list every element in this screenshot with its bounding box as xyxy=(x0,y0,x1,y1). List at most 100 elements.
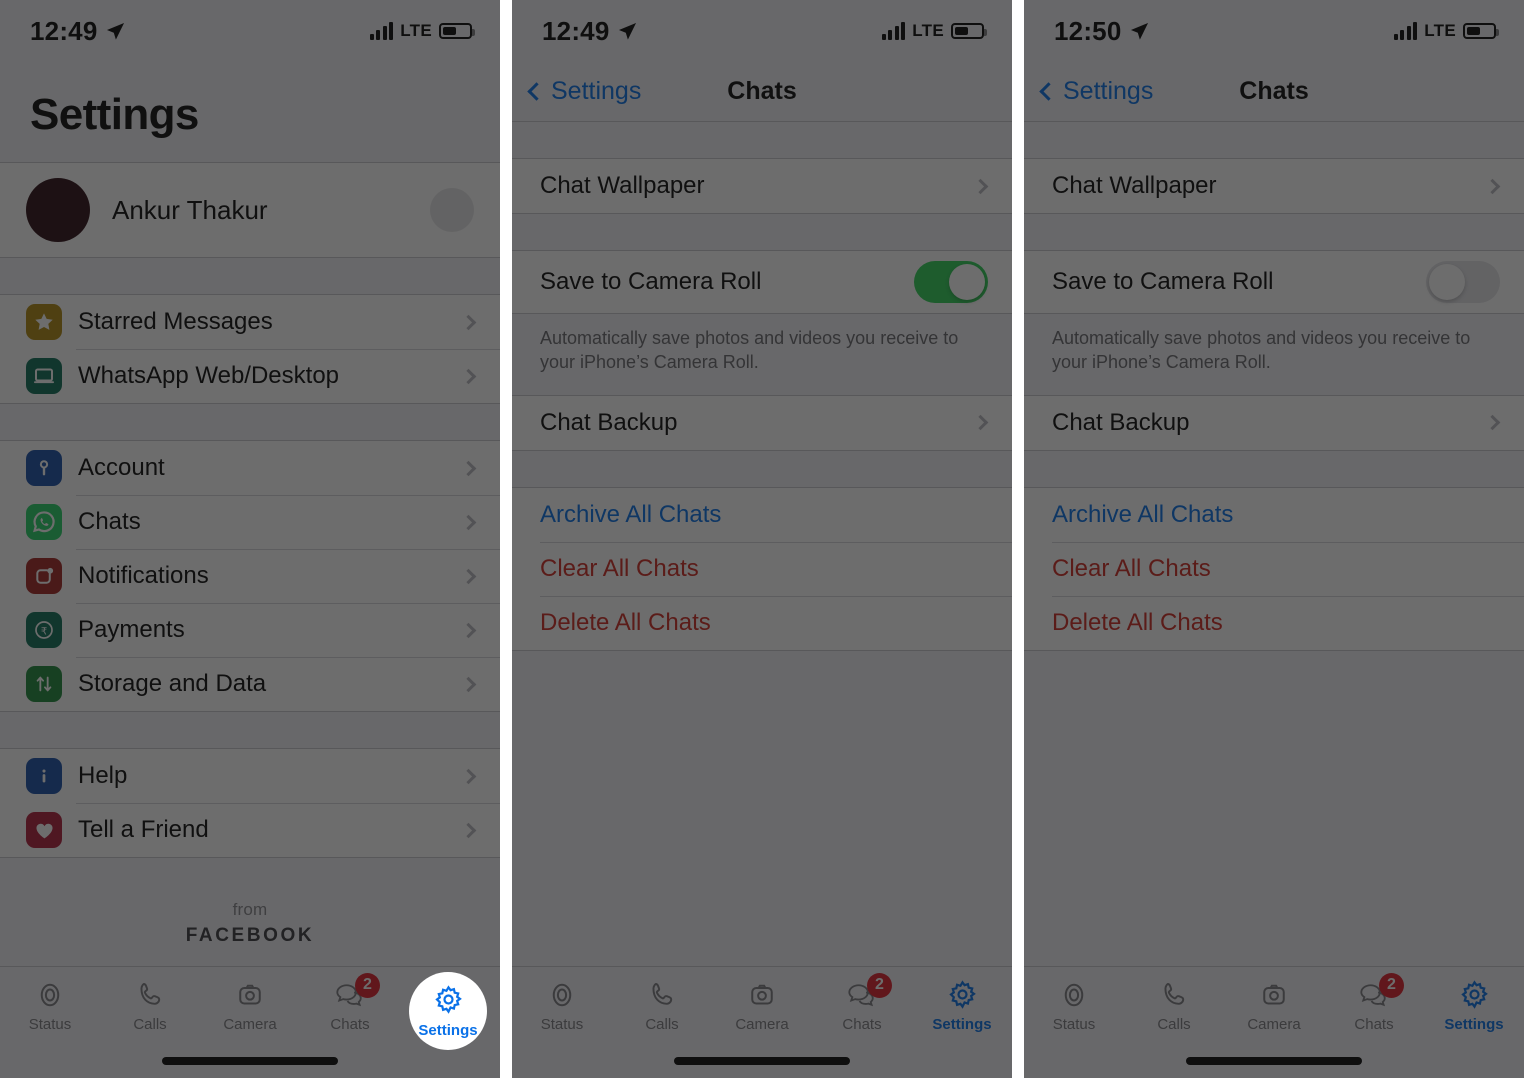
nav-bar: Settings Chats xyxy=(512,62,1012,122)
nav-bar: Settings Chats xyxy=(1024,62,1524,122)
status-time: 12:49 xyxy=(30,15,98,46)
star-icon xyxy=(26,304,62,340)
sidebar-item-account[interactable]: Account xyxy=(0,441,500,495)
battery-icon xyxy=(951,23,987,39)
sidebar-item-label: Payments xyxy=(78,616,185,643)
sidebar-item-tell-a-friend[interactable]: Tell a Friend xyxy=(0,803,500,857)
tab-status[interactable]: Status xyxy=(0,967,100,1043)
sidebar-item-chats[interactable]: Chats xyxy=(0,495,500,549)
row-label: Save to Camera Roll xyxy=(1052,268,1274,295)
tab-chats[interactable]: 2 Chats xyxy=(300,967,400,1043)
group-spacer xyxy=(512,450,1012,487)
tab-status[interactable]: Status xyxy=(512,967,612,1043)
row-chat-wallpaper[interactable]: Chat Wallpaper xyxy=(1024,159,1524,213)
tab-status[interactable]: Status xyxy=(1024,967,1124,1043)
chevron-right-icon xyxy=(460,822,477,838)
row-clear-all-chats[interactable]: Clear All Chats xyxy=(512,541,1012,596)
sidebar-item-storage-and-data[interactable]: Storage and Data xyxy=(0,657,500,711)
gear-icon xyxy=(947,978,978,1012)
tab-chats[interactable]: 2 Chats xyxy=(812,967,912,1043)
chats-content: Chat Wallpaper Save to Camera Roll Autom… xyxy=(1024,122,1524,651)
tab-label: Calls xyxy=(1157,1015,1191,1033)
destructive-actions-group: Archive All Chats Clear All Chats Delete… xyxy=(1024,486,1524,651)
camera-roll-group: Save to Camera Roll xyxy=(512,250,1012,314)
panel-gap-2 xyxy=(1012,0,1024,1078)
sidebar-item-label: Chats xyxy=(78,508,141,535)
row-save-to-camera-roll[interactable]: Save to Camera Roll xyxy=(512,251,1012,313)
row-save-to-camera-roll[interactable]: Save to Camera Roll xyxy=(1024,251,1524,313)
facebook-branding: from FACEBOOK xyxy=(0,858,500,947)
tab-camera[interactable]: Camera xyxy=(712,967,812,1043)
chevron-right-icon xyxy=(1484,178,1501,194)
network-type-label: LTE xyxy=(400,21,432,40)
sidebar-item-whatsapp-web[interactable]: WhatsApp Web/Desktop xyxy=(0,349,500,403)
chevron-right-icon xyxy=(460,622,477,638)
chevron-right-icon xyxy=(460,568,477,584)
heart-icon xyxy=(26,812,62,848)
phone-icon xyxy=(136,978,165,1012)
status-bar-left: 12:49 xyxy=(542,16,637,47)
chat-bubbles-icon: 2 xyxy=(333,972,380,1012)
row-chat-wallpaper[interactable]: Chat Wallpaper xyxy=(512,159,1012,213)
status-bar-right: LTE xyxy=(1393,21,1499,41)
sidebar-item-payments[interactable]: ₹ Payments xyxy=(0,603,500,657)
tab-label: Calls xyxy=(133,1015,167,1033)
sidebar-item-label: WhatsApp Web/Desktop xyxy=(78,362,340,389)
tab-calls[interactable]: Calls xyxy=(612,967,712,1043)
camera-roll-group: Save to Camera Roll xyxy=(1024,250,1524,314)
toggle-knob xyxy=(1429,264,1465,300)
status-ring-icon xyxy=(1059,978,1089,1012)
signal-bars-icon xyxy=(881,22,906,40)
status-bar: 12:49 LTE xyxy=(0,0,500,62)
row-chat-backup[interactable]: Chat Backup xyxy=(1024,395,1524,450)
avatar[interactable] xyxy=(26,178,90,242)
row-delete-all-chats[interactable]: Delete All Chats xyxy=(1024,595,1524,650)
chevron-right-icon xyxy=(972,178,989,194)
save-to-camera-roll-toggle[interactable] xyxy=(914,261,988,303)
save-to-camera-roll-toggle[interactable] xyxy=(1426,261,1500,303)
chats-badge: 2 xyxy=(355,972,380,998)
laptop-icon xyxy=(26,358,62,394)
tab-settings[interactable]: Settings xyxy=(1424,967,1524,1043)
settings-tab-spotlight[interactable]: Settings xyxy=(409,972,487,1050)
tab-label: Chats xyxy=(1354,1015,1394,1033)
row-label: Chat Backup xyxy=(540,408,678,436)
sidebar-item-help[interactable]: Help xyxy=(0,749,500,803)
back-button[interactable]: Settings xyxy=(527,77,641,106)
sidebar-item-starred-messages[interactable]: Starred Messages xyxy=(0,295,500,349)
row-delete-all-chats[interactable]: Delete All Chats xyxy=(512,595,1012,650)
profile-row[interactable]: Ankur Thakur xyxy=(0,162,500,258)
row-clear-all-chats[interactable]: Clear All Chats xyxy=(1024,541,1524,596)
status-bar: 12:50 LTE xyxy=(1024,0,1524,62)
arrows-updown-icon xyxy=(26,666,62,702)
row-label: Chat Wallpaper xyxy=(1052,172,1217,199)
chevron-left-icon xyxy=(527,82,546,101)
bell-badge-icon xyxy=(26,558,62,594)
row-label: Archive All Chats xyxy=(1052,500,1234,528)
tab-camera[interactable]: Camera xyxy=(1224,967,1324,1043)
row-chat-backup[interactable]: Chat Backup xyxy=(512,395,1012,450)
status-bar-right: LTE xyxy=(369,21,475,41)
qr-code-icon[interactable] xyxy=(430,188,474,232)
location-arrow-icon xyxy=(106,22,124,40)
back-button[interactable]: Settings xyxy=(1039,77,1153,106)
wallpaper-group: Chat Wallpaper xyxy=(512,158,1012,214)
backup-group: Chat Backup xyxy=(1024,394,1524,451)
camera-icon xyxy=(235,978,265,1012)
panel-gap-1 xyxy=(500,0,512,1078)
tab-calls[interactable]: Calls xyxy=(100,967,200,1043)
tab-calls[interactable]: Calls xyxy=(1124,967,1224,1043)
chevron-right-icon xyxy=(1484,414,1501,431)
row-archive-all-chats[interactable]: Archive All Chats xyxy=(1024,487,1524,542)
row-archive-all-chats[interactable]: Archive All Chats xyxy=(512,487,1012,542)
tab-chats[interactable]: 2 Chats xyxy=(1324,967,1424,1043)
tab-settings[interactable]: Settings xyxy=(912,967,1012,1043)
sidebar-item-notifications[interactable]: Notifications xyxy=(0,549,500,603)
group-spacer xyxy=(1024,122,1524,158)
tab-camera[interactable]: Camera xyxy=(200,967,300,1043)
camera-icon xyxy=(1259,978,1289,1012)
tab-label: Chats xyxy=(330,1015,370,1033)
location-arrow-icon xyxy=(618,22,636,40)
chevron-left-icon xyxy=(1039,82,1058,101)
phone-panel-chats-off: 12:50 LTE Settings Chats Chat Wallpaper xyxy=(1024,0,1524,1078)
